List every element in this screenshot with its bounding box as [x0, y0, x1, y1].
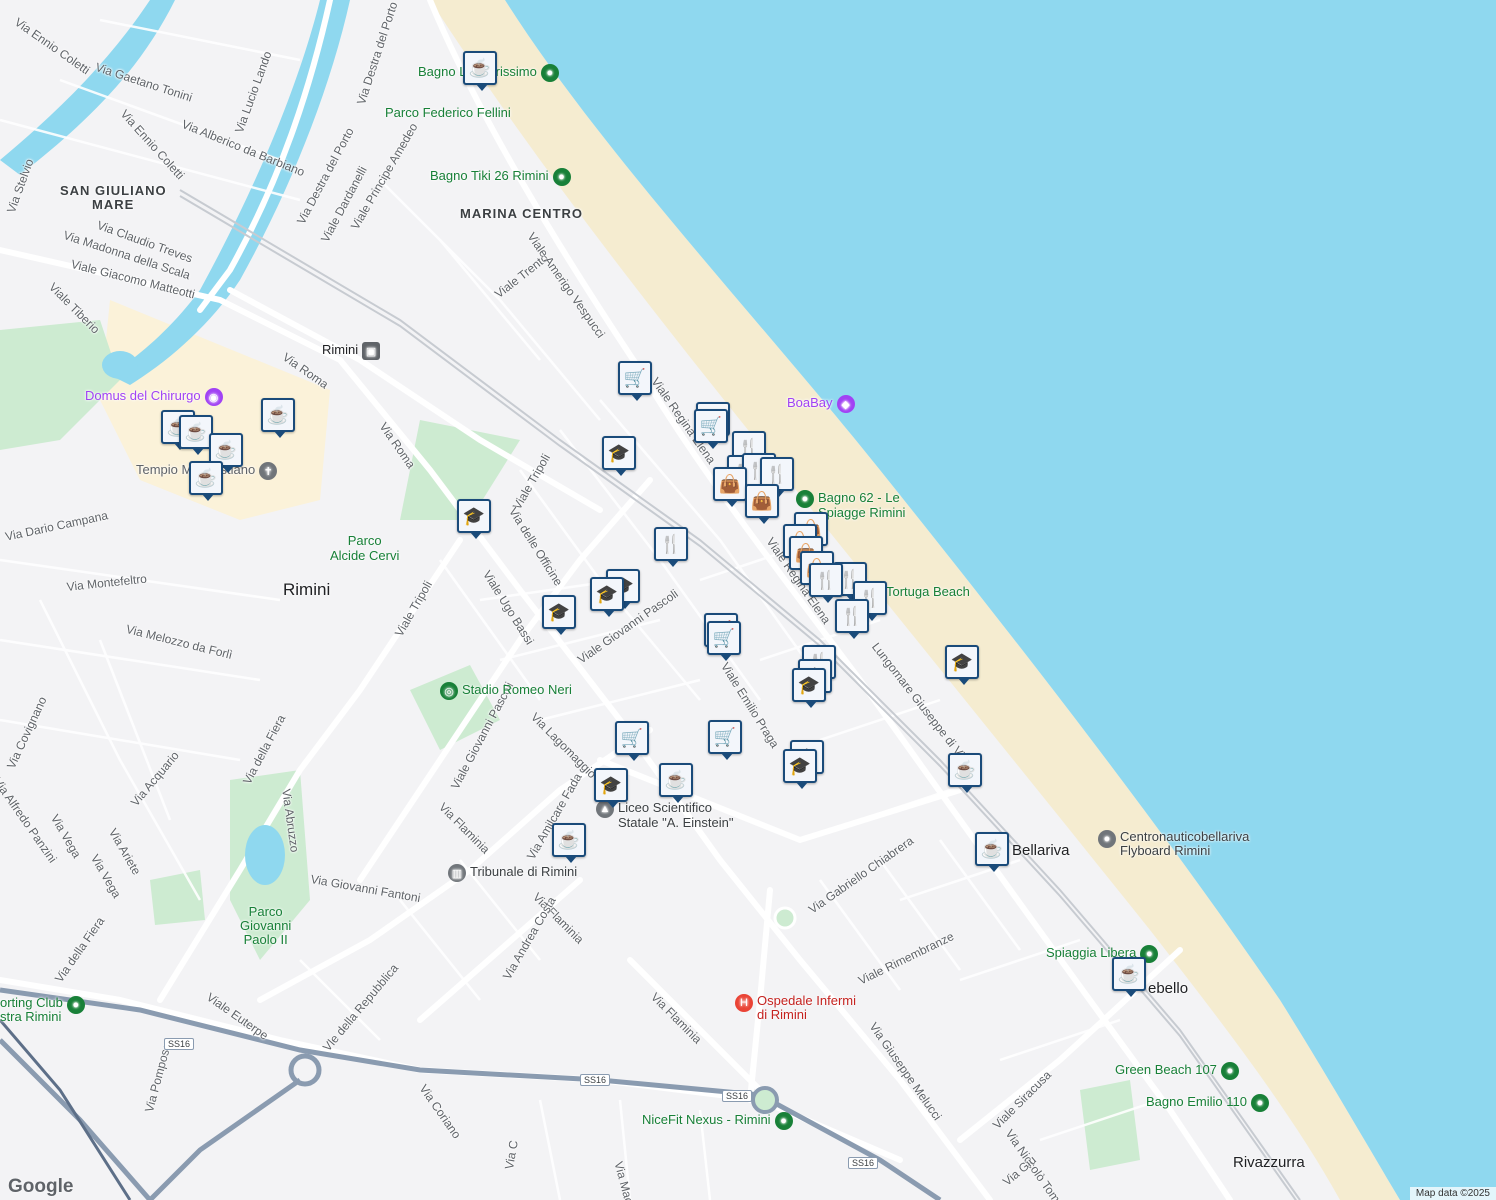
shopping-bag-icon[interactable]: 👜 [745, 484, 779, 524]
train-icon: ▣ [362, 342, 381, 360]
coffee-cup-icon[interactable]: ☕ [179, 415, 213, 455]
poi-label: Parco [347, 533, 382, 548]
poi-label: BoaBay [787, 395, 833, 410]
camera-icon: ◉ [204, 388, 223, 406]
poi-tribunale[interactable]: ▥ Tribunale di Rimini [448, 864, 577, 882]
poi-label: Stadio Romeo Neri [462, 682, 572, 697]
graduation-cap-icon[interactable]: 🎓 [594, 768, 628, 808]
road-badge-ss16: SS16 [722, 1090, 753, 1102]
poi-rimini-station[interactable]: ▣ Rimini [322, 342, 381, 360]
area-label-bellariva: Bellariva [1012, 842, 1070, 859]
poi-label: orting Club [0, 995, 63, 1010]
graduation-cap-icon[interactable]: 🎓 [602, 436, 636, 476]
road-badge-ss16: SS16 [164, 1038, 195, 1050]
umbrella-icon: ● [540, 64, 559, 82]
poi-label: Bagno Emilio 110 [1146, 1094, 1247, 1109]
graduation-cap-icon[interactable]: 🎓 [792, 668, 826, 708]
google-logo: Google [8, 1176, 74, 1197]
poi-stadio[interactable]: ◎ Stadio Romeo Neri [440, 682, 572, 700]
shopping-cart-icon[interactable]: 🛒 [707, 621, 741, 661]
coffee-cup-icon[interactable]: ☕ [189, 461, 223, 501]
area-label-rivazzurra: Rivazzurra [1233, 1154, 1305, 1171]
coffee-cup-icon[interactable]: ☕ [659, 763, 693, 803]
shopping-cart-icon[interactable]: 🛒 [708, 720, 742, 760]
area-label-san-giuliano: SAN GIULIANO [60, 183, 167, 198]
poi-parco-cervi[interactable]: Parco Alcide Cervi [330, 533, 399, 563]
place-icon: ● [1098, 830, 1116, 848]
poi-label: Alcide Cervi [330, 548, 400, 563]
poi-sporting-club[interactable]: ● orting Club stra Rimini [0, 996, 85, 1024]
coffee-cup-icon[interactable]: ☕ [975, 832, 1009, 872]
poi-label: Flyboard Rimini [1120, 843, 1211, 858]
poi-label: Parco Federico Fellini [385, 105, 511, 120]
church-icon: ✝ [259, 462, 278, 480]
graduation-cap-icon[interactable]: 🎓 [945, 645, 979, 685]
area-label-mare: MARE [92, 197, 135, 212]
road-badge-ss16: SS16 [848, 1157, 879, 1169]
poi-domus[interactable]: ◉ Domus del Chirurgo [85, 388, 223, 406]
fork-knife-icon[interactable]: 🍴 [654, 527, 688, 567]
poi-label: Tribunale di Rimini [470, 864, 578, 879]
coffee-cup-icon[interactable]: ☕ [463, 51, 497, 91]
map-canvas[interactable]: SAN GIULIANO MARE MARINA CENTRO Rimini B… [0, 0, 1496, 1200]
umbrella-icon: ● [1220, 1062, 1239, 1080]
umbrella-icon: ● [552, 168, 571, 186]
poi-label: Centronauticobellariva [1120, 829, 1250, 844]
graduation-cap-icon[interactable]: 🎓 [457, 499, 491, 539]
poi-bagno-emilio[interactable]: ● Bagno Emilio 110 [1146, 1094, 1269, 1112]
coffee-cup-icon[interactable]: ☕ [552, 823, 586, 863]
poi-label: Bagno 62 - Le [818, 490, 900, 505]
poi-label: Tortuga Beach [886, 584, 970, 599]
poi-parco-giovanni-paolo[interactable]: Parco Giovanni Paolo II [240, 905, 291, 947]
poi-green-beach[interactable]: ● Green Beach 107 [1115, 1062, 1239, 1080]
poi-label: Rimini [322, 342, 359, 357]
poi-label: Giovanni [240, 918, 292, 933]
hospital-icon: H [735, 994, 753, 1012]
map-attribution: Map data ©2025 [1409, 1187, 1496, 1200]
area-label-marina-centro: MARINA CENTRO [460, 206, 584, 221]
stadium-icon: ◎ [440, 682, 458, 700]
sports-icon: ● [66, 996, 85, 1014]
poi-bagno-tiki[interactable]: ● Bagno Tiki 26 Rimini [430, 168, 571, 186]
fork-knife-icon[interactable]: 🍴 [809, 563, 843, 603]
graduation-cap-icon[interactable]: 🎓 [590, 577, 624, 617]
poi-label: Spiagge Rimini [818, 505, 906, 520]
umbrella-icon: ● [1250, 1094, 1269, 1112]
poi-label: NiceFit Nexus - Rimini [642, 1112, 771, 1127]
shopping-cart-icon[interactable]: 🛒 [694, 409, 728, 449]
poi-boabay[interactable]: ◆ BoaBay [787, 395, 855, 413]
gym-icon: ● [774, 1112, 793, 1130]
courthouse-icon: ▥ [448, 864, 466, 882]
city-label-rimini: Rimini [283, 580, 331, 599]
shopping-cart-icon[interactable]: 🛒 [618, 361, 652, 401]
poi-label: Ospedale Infermi [757, 993, 856, 1008]
poi-label: Parco [248, 904, 283, 919]
area-label-rebello: ebello [1148, 980, 1189, 997]
poi-label: stra Rimini [0, 1009, 62, 1024]
fork-knife-icon[interactable]: 🍴 [835, 599, 869, 639]
coffee-cup-icon[interactable]: ☕ [261, 398, 295, 438]
coffee-cup-icon[interactable]: ☕ [948, 753, 982, 793]
graduation-cap-icon[interactable]: 🎓 [783, 749, 817, 789]
poi-parco-fellini[interactable]: Parco Federico Fellini [385, 105, 511, 120]
poi-label: Domus del Chirurgo [85, 388, 201, 403]
poi-tortuga[interactable]: Tortuga Beach [886, 584, 970, 599]
poi-label: Statale "A. Einstein" [618, 815, 734, 830]
poi-label: Green Beach 107 [1115, 1062, 1217, 1077]
shopping-bag-icon[interactable]: 👜 [713, 467, 747, 507]
poi-centronautico[interactable]: ● Centronauticobellariva Flyboard Rimini [1098, 830, 1249, 858]
poi-label: Paolo II [243, 932, 288, 947]
attraction-icon: ◆ [836, 395, 855, 413]
coffee-cup-icon[interactable]: ☕ [1112, 957, 1146, 997]
poi-label: Bagno Tiki 26 Rimini [430, 168, 549, 183]
umbrella-icon: ● [796, 490, 814, 508]
poi-ospedale[interactable]: H Ospedale Infermi di Rimini [735, 994, 856, 1022]
road-badge-ss16: SS16 [580, 1074, 611, 1086]
shopping-cart-icon[interactable]: 🛒 [615, 721, 649, 761]
graduation-cap-icon[interactable]: 🎓 [542, 595, 576, 635]
poi-nicefit[interactable]: ● NiceFit Nexus - Rimini [642, 1112, 793, 1130]
poi-label: di Rimini [757, 1007, 807, 1022]
